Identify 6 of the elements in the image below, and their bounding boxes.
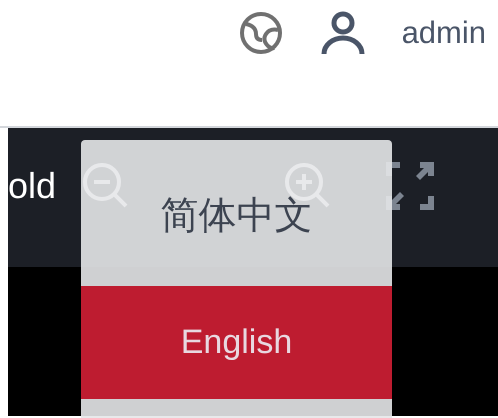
- user-icon[interactable]: [320, 10, 366, 56]
- username-label[interactable]: admin: [402, 10, 486, 56]
- globe-icon[interactable]: [238, 10, 284, 56]
- language-option[interactable]: English: [81, 286, 392, 399]
- language-option[interactable]: 简体中文: [81, 140, 392, 270]
- toolbar-title: old: [8, 164, 58, 206]
